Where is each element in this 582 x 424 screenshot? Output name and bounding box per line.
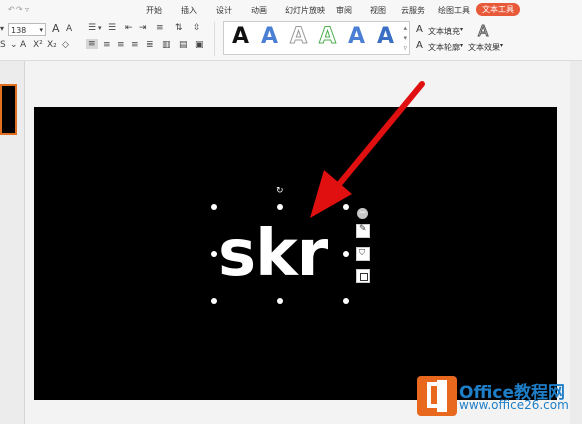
watermark-url: www.office26.com [459, 398, 569, 412]
increase-indent-icon[interactable]: ⇥ [139, 23, 147, 33]
ribbon-separator [214, 22, 215, 56]
font-name-tail-icon[interactable]: ▾ [0, 24, 4, 33]
font-size-value: 138 [11, 26, 27, 35]
fill-bucket-icon: ⛉ [359, 248, 365, 257]
shrink-font-icon[interactable]: A [66, 24, 72, 34]
text-fill-dropdown-icon[interactable]: ▾ [460, 26, 463, 33]
font-size-field[interactable]: 138 ▾ [8, 23, 46, 36]
gallery-scroll-down-icon[interactable]: ▾ [403, 34, 407, 42]
tab-cloud-services[interactable]: 云服务 [401, 5, 425, 16]
wordart-gallery: A A A A A A ▴ ▾ ▿ [223, 21, 410, 55]
gallery-scroll-up-icon[interactable]: ▴ [403, 24, 407, 32]
tab-text-tools[interactable]: 文本工具 [476, 3, 520, 16]
slide-text-box[interactable]: skr [218, 222, 328, 286]
red-arrow-annotation [310, 81, 425, 218]
text-outline-dropdown-icon[interactable]: ▾ [460, 42, 463, 49]
text-effects-dropdown-icon[interactable]: ▾ [500, 42, 503, 49]
text-outline-icon[interactable]: A [416, 40, 423, 51]
resize-handle-bottom[interactable] [277, 298, 283, 304]
resize-handle-bottom-right[interactable] [343, 298, 349, 304]
tab-animation[interactable]: 动画 [251, 5, 267, 16]
shape-fill-button[interactable]: ⛉ [356, 247, 370, 261]
text-outline-button[interactable]: 文本轮廓 [428, 42, 460, 53]
bullets-icon[interactable]: ☰ [88, 23, 96, 33]
wordart-style-6[interactable]: A [377, 24, 394, 50]
strikethrough-icon[interactable]: S [0, 40, 6, 50]
numbering-icon[interactable]: ☰ [108, 23, 116, 33]
gallery-more-icon[interactable]: ▿ [403, 44, 407, 52]
wordart-style-4[interactable]: A [318, 24, 336, 50]
align-right-icon[interactable]: ≡ [117, 40, 125, 50]
tab-design[interactable]: 设计 [216, 5, 232, 16]
wordart-style-1[interactable]: A [232, 24, 249, 50]
underline-dropdown-icon[interactable]: ⌄ [10, 40, 18, 50]
convert-to-smartart-icon[interactable]: ▤ [179, 40, 188, 50]
tab-view[interactable]: 视图 [370, 5, 386, 16]
undo-icon[interactable]: ↶ [8, 5, 15, 14]
font-size-dropdown-icon[interactable]: ▾ [39, 24, 43, 37]
resize-handle-right[interactable] [343, 251, 349, 257]
rotate-handle-icon[interactable]: ↻ [276, 186, 284, 196]
text-shadow-icon[interactable]: A [20, 40, 26, 50]
wordart-style-3[interactable]: A [289, 24, 307, 50]
resize-handle-top-left[interactable] [211, 204, 217, 210]
resize-handle-left[interactable] [211, 251, 217, 257]
text-fill-button[interactable]: 文本填充 [428, 26, 460, 37]
clear-format-icon[interactable]: ◇ [62, 40, 69, 50]
distributed-icon[interactable]: ≣ [146, 40, 154, 50]
tab-slideshow[interactable]: 幻灯片放映 [285, 5, 325, 16]
line-spacing-icon[interactable]: ≡ [156, 23, 164, 33]
outline-square-icon [360, 273, 368, 281]
wordart-style-5[interactable]: A [348, 24, 365, 50]
tab-review[interactable]: 审阅 [336, 5, 352, 16]
align-center-icon[interactable]: ≡ [103, 40, 111, 50]
align-text-icon[interactable]: ⇳ [193, 23, 201, 33]
slide-thumbnail[interactable] [0, 84, 17, 135]
shape-outline-button[interactable] [356, 269, 370, 283]
bullets-dropdown-icon[interactable]: ▾ [98, 24, 102, 32]
wordart-style-2[interactable]: A [261, 24, 278, 50]
tab-drawing-tools[interactable]: 绘图工具 [438, 5, 470, 16]
text-effects-icon[interactable]: A [477, 22, 488, 41]
vertical-scrollbar[interactable] [570, 61, 582, 424]
text-effects-button[interactable]: 文本效果 [468, 42, 500, 53]
subscript-icon[interactable]: X₂ [47, 40, 57, 50]
insert-text-box-icon[interactable]: ▣ [195, 40, 204, 50]
grow-font-icon[interactable]: A [52, 22, 60, 35]
resize-handle-bottom-left[interactable] [211, 298, 217, 304]
decrease-indent-icon[interactable]: ⇤ [125, 23, 133, 33]
columns-icon[interactable]: ▥ [162, 40, 171, 50]
office-logo-icon [417, 376, 457, 416]
quick-access-dropdown-icon[interactable]: ▿ [25, 5, 29, 14]
tab-insert[interactable]: 插入 [181, 5, 197, 16]
justify-icon[interactable]: ≡ [131, 40, 139, 50]
redo-icon[interactable]: ↷ [16, 5, 23, 14]
resize-handle-top[interactable] [277, 204, 283, 210]
align-left-icon[interactable]: ≡ [86, 39, 98, 49]
text-fill-icon[interactable]: A [416, 24, 423, 35]
superscript-icon[interactable]: X² [33, 40, 43, 50]
ribbon: ↶ ↷ ▿ 开始 插入 设计 动画 幻灯片放映 审阅 视图 云服务 绘图工具 文… [0, 0, 582, 61]
tab-home[interactable]: 开始 [146, 5, 162, 16]
text-direction-icon[interactable]: ⇅ [175, 23, 183, 33]
ribbon-tabs: ↶ ↷ ▿ 开始 插入 设计 动画 幻灯片放映 审阅 视图 云服务 绘图工具 文… [0, 0, 582, 20]
